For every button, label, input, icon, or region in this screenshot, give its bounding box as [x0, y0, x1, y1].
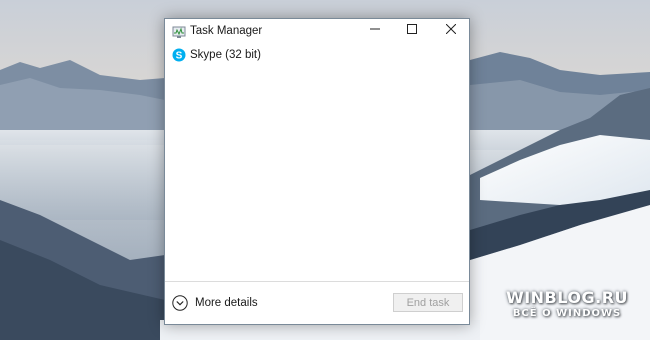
maximize-icon	[407, 21, 417, 39]
process-list: S Skype (32 bit)	[165, 45, 469, 67]
end-task-button[interactable]: End task	[393, 293, 463, 312]
watermark-main: WINBLOG.RU	[506, 288, 628, 307]
task-manager-window: Task Manager S Skype (32 bit) More detai…	[164, 18, 470, 325]
close-button[interactable]	[432, 19, 470, 41]
skype-icon: S	[172, 48, 186, 62]
window-title: Task Manager	[190, 25, 263, 37]
process-item-skype[interactable]: S Skype (32 bit)	[165, 45, 469, 67]
watermark-sub: ВСЁ О WINDOWS	[512, 308, 622, 319]
minimize-button[interactable]	[356, 19, 394, 41]
chevron-down-circle-icon	[172, 295, 188, 311]
process-name: Skype (32 bit)	[190, 49, 261, 61]
title-bar[interactable]: Task Manager	[165, 19, 469, 45]
task-manager-icon	[172, 25, 186, 39]
more-details-button[interactable]: More details	[172, 293, 258, 313]
footer-bar: More details End task	[165, 281, 469, 324]
watermark: WINBLOG.RU ВСЁ О WINDOWS	[506, 288, 628, 319]
svg-text:S: S	[176, 51, 183, 62]
close-icon	[445, 21, 457, 39]
more-details-label: More details	[195, 297, 258, 309]
maximize-button[interactable]	[393, 19, 431, 41]
minimize-icon	[370, 21, 380, 39]
